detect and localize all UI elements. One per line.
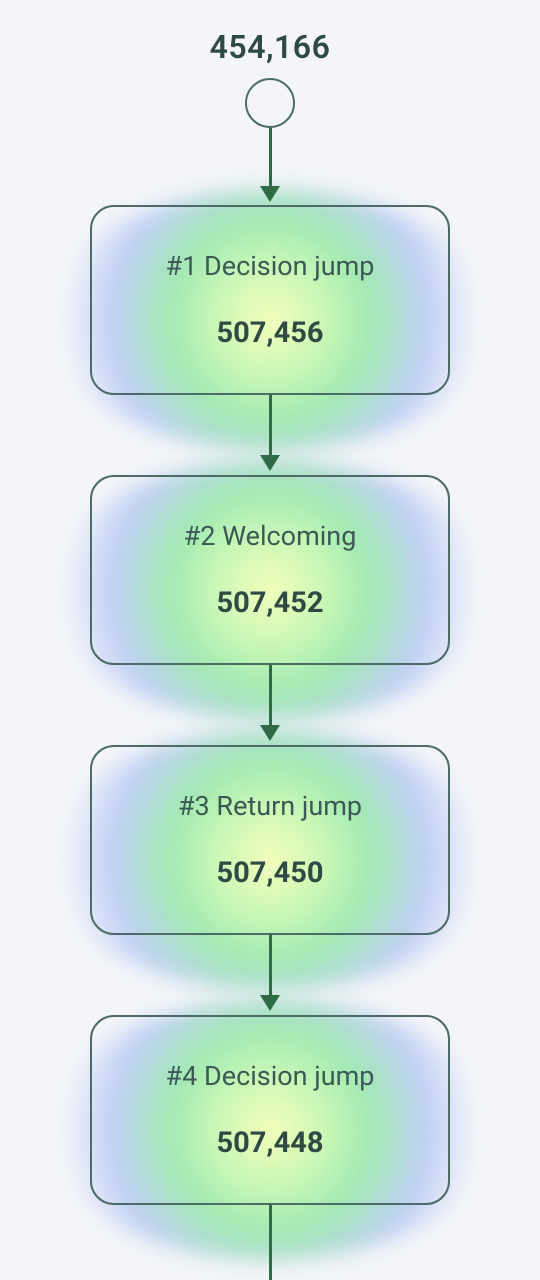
node-title: #3 Return jump (178, 790, 362, 822)
flow-node-1[interactable]: #1 Decision jump 507,456 (90, 205, 450, 395)
node-title: #2 Welcoming (184, 520, 357, 552)
node-title: #1 Decision jump (166, 250, 375, 282)
flow-node-4[interactable]: #4 Decision jump 507,448 (90, 1015, 450, 1205)
node-value: 507,456 (217, 316, 324, 350)
node-value: 507,448 (217, 1126, 324, 1160)
flow-node-3[interactable]: #3 Return jump 507,450 (90, 745, 450, 935)
node-value: 507,450 (217, 856, 324, 890)
node-value: 507,452 (217, 586, 324, 620)
start-value: 454,166 (210, 28, 331, 66)
node-title: #4 Decision jump (166, 1060, 375, 1092)
flowchart-canvas: 454,166 #1 Decision jump 507,456 #2 Welc… (0, 0, 540, 1280)
flow-node-2[interactable]: #2 Welcoming 507,452 (90, 475, 450, 665)
start-node-icon (245, 78, 295, 128)
